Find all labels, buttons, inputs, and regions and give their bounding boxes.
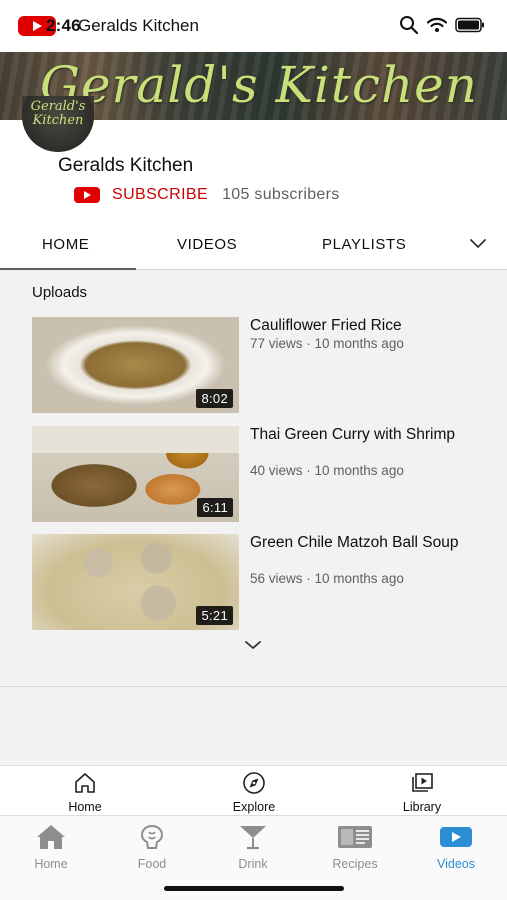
tab-playlists[interactable]: PLAYLISTS — [322, 236, 406, 253]
subscribe-row: SUBSCRIBE 105 subscribers — [74, 186, 340, 204]
subscriber-count: 105 subscribers — [222, 186, 340, 203]
cocktail-icon — [240, 826, 266, 850]
recipes-icon — [338, 826, 372, 848]
section-divider — [0, 686, 507, 687]
video-thumbnail[interactable]: 8:02 — [32, 317, 239, 413]
app-tab-videos-label: Videos — [437, 857, 475, 871]
nav-home[interactable]: Home — [35, 772, 135, 814]
video-item[interactable]: 6:11 Thai Green Curry with Shrimp 40 vie… — [32, 426, 492, 522]
video-meta: 56 views · 10 months ago — [250, 571, 404, 586]
food-icon — [140, 824, 164, 849]
video-duration: 5:21 — [196, 606, 233, 625]
library-icon — [412, 773, 433, 792]
video-duration: 8:02 — [196, 389, 233, 408]
youtube-subscribe-icon[interactable] — [74, 187, 100, 203]
active-tab-indicator — [0, 268, 136, 270]
video-duration: 6:11 — [197, 498, 233, 517]
status-title: Geralds Kitchen — [78, 16, 199, 35]
app-tab-drink-label: Drink — [238, 857, 268, 871]
home-outline-icon — [75, 773, 95, 793]
channel-tabs: HOME VIDEOS PLAYLISTS — [0, 222, 507, 270]
youtube-bottom-nav: Home Explore Library — [0, 765, 507, 815]
banner-title: Gerald's Kitchen — [40, 56, 478, 114]
app-tab-recipes[interactable]: Recipes — [315, 824, 395, 871]
app-tab-food-label: Food — [137, 857, 167, 871]
tab-videos[interactable]: VIDEOS — [177, 236, 237, 253]
tab-home[interactable]: HOME — [42, 236, 89, 253]
home-icon — [37, 825, 65, 849]
battery-icon — [455, 17, 484, 33]
app-tab-food[interactable]: Food — [112, 824, 192, 871]
search-icon[interactable] — [399, 15, 419, 35]
video-play-icon — [440, 827, 472, 847]
uploads-section: Uploads 8:02 Cauliflower Fried Rice 77 v… — [0, 271, 507, 765]
video-thumbnail[interactable]: 6:11 — [32, 426, 239, 522]
subscribe-button[interactable]: SUBSCRIBE — [112, 186, 208, 204]
nav-home-label: Home — [68, 800, 102, 814]
channel-name: Geralds Kitchen — [58, 155, 194, 176]
channel-avatar[interactable]: Gerald's Kitchen — [22, 96, 94, 152]
video-item[interactable]: 8:02 Cauliflower Fried Rice 77 views · 1… — [32, 317, 492, 413]
nav-explore[interactable]: Explore — [204, 772, 304, 814]
video-title[interactable]: Thai Green Curry with Shrimp — [250, 426, 470, 444]
video-meta: 77 views · 10 months ago — [250, 336, 404, 351]
app-tab-home-label: Home — [34, 857, 68, 871]
video-title[interactable]: Green Chile Matzoh Ball Soup — [250, 534, 470, 552]
video-thumbnail[interactable]: 5:21 — [32, 534, 239, 630]
nav-library[interactable]: Library — [372, 772, 472, 814]
wifi-icon — [427, 17, 447, 32]
compass-icon — [243, 772, 265, 794]
uploads-heading: Uploads — [32, 284, 88, 301]
video-meta: 40 views · 10 months ago — [250, 463, 404, 478]
status-time: 2:46 — [46, 16, 81, 35]
app-tab-bar: Home Food Drink Recipes Videos — [0, 815, 507, 900]
chevron-down-icon[interactable] — [469, 238, 487, 250]
app-tab-recipes-label: Recipes — [332, 857, 378, 871]
avatar-logo-text: Gerald's Kitchen — [30, 99, 86, 128]
status-icons — [399, 15, 485, 35]
expand-chevron-icon[interactable] — [244, 639, 262, 651]
nav-library-label: Library — [402, 800, 442, 814]
home-indicator — [164, 886, 344, 891]
video-item[interactable]: 5:21 Green Chile Matzoh Ball Soup 56 vie… — [32, 534, 492, 630]
nav-explore-label: Explore — [232, 800, 276, 814]
app-tab-videos[interactable]: Videos — [416, 824, 496, 871]
status-bar: 2:46 Geralds Kitchen — [0, 0, 507, 52]
app-tab-home[interactable]: Home — [11, 824, 91, 871]
video-title[interactable]: Cauliflower Fried Rice — [250, 317, 470, 335]
app-tab-drink[interactable]: Drink — [213, 824, 293, 871]
